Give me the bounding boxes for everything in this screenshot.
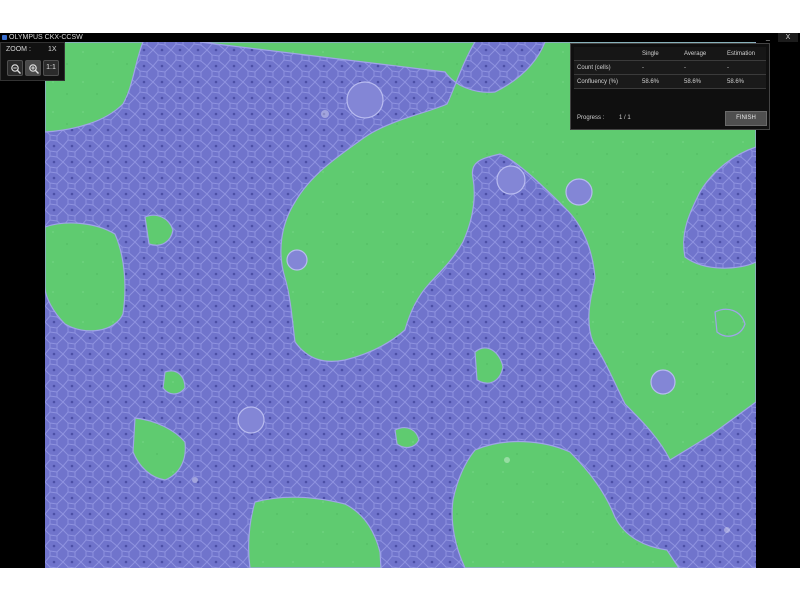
zoom-out-button[interactable]: [7, 60, 23, 76]
app-icon: [2, 35, 7, 40]
minimize-button[interactable]: _: [758, 33, 778, 42]
zoom-level: 1X: [48, 46, 57, 53]
results-panel: Single Average Estimation Count (cells) …: [570, 43, 770, 130]
count-estimation: -: [724, 60, 766, 75]
table-header-row: Single Average Estimation: [574, 47, 766, 61]
count-single: -: [639, 60, 681, 75]
zoom-in-icon: [29, 64, 39, 74]
window-title: OLYMPUS CKX-CCSW: [9, 34, 83, 41]
zoom-label: ZOOM :: [6, 46, 31, 53]
column-header-single: Single: [639, 47, 681, 61]
zoom-in-button[interactable]: [25, 60, 41, 76]
confluency-estimation: 58.6%: [724, 74, 766, 89]
finish-button[interactable]: FINISH: [725, 111, 767, 126]
row-label: Count (cells): [574, 60, 639, 75]
row-label: Confluency (%): [574, 74, 639, 89]
actual-size-button[interactable]: 1:1: [43, 60, 59, 76]
column-header-estimation: Estimation: [724, 47, 766, 61]
progress-value: 1 / 1: [619, 115, 631, 121]
confluency-average: 58.6%: [681, 74, 724, 89]
column-header: [574, 47, 639, 61]
progress-label: Progress :: [577, 115, 605, 121]
confluency-single: 58.6%: [639, 74, 681, 89]
app-window: OLYMPUS CKX-CCSW _ X ZOOM: 1X 1:1 Singl…: [0, 33, 800, 568]
table-row-count: Count (cells) - - -: [574, 60, 766, 75]
zoom-panel: ZOOM : 1X 1:1: [0, 42, 65, 81]
results-table: Single Average Estimation Count (cells) …: [574, 47, 766, 89]
column-header-average: Average: [681, 47, 724, 61]
table-row-confluency: Confluency (%) 58.6% 58.6% 58.6%: [574, 74, 766, 89]
count-average: -: [681, 60, 724, 75]
zoom-out-icon: [11, 64, 21, 74]
close-button[interactable]: X: [778, 33, 798, 42]
title-bar: OLYMPUS CKX-CCSW _ X: [0, 33, 800, 42]
